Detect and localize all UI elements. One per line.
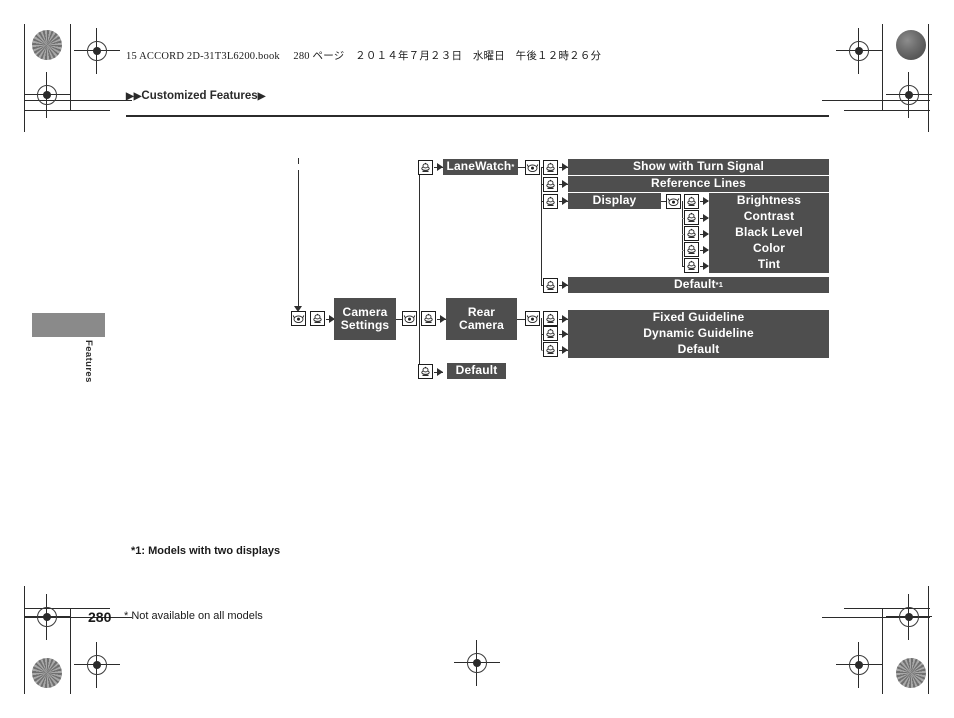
node-label: Contrast: [743, 209, 795, 224]
node-black-level[interactable]: Black Level: [709, 225, 829, 241]
node-label-line1: Rear: [467, 304, 496, 319]
node-fixed-guideline[interactable]: Fixed Guideline: [568, 310, 829, 326]
knob-press-icon: [684, 194, 699, 209]
node-label: Fixed Guideline: [652, 310, 745, 325]
knob-press-icon: [543, 311, 558, 326]
node-label: LaneWatch: [446, 159, 512, 174]
node-rear-camera[interactable]: Rear Camera: [446, 298, 517, 340]
rotary-dial-icon: [525, 160, 540, 175]
knob-press-icon: [543, 160, 558, 175]
node-lanewatch-default[interactable]: Default *1: [568, 277, 829, 293]
node-rear-camera-default[interactable]: Default: [568, 342, 829, 358]
node-brightness[interactable]: Brightness: [709, 193, 829, 209]
node-label: Color: [752, 241, 786, 256]
connector-arrow: [437, 367, 443, 376]
node-display[interactable]: Display: [568, 193, 661, 209]
node-superscript: *1: [715, 279, 724, 289]
knob-press-icon: [684, 242, 699, 257]
footnote-models-with-two-displays: *1: Models with two displays: [131, 545, 281, 557]
node-reference-lines[interactable]: Reference Lines: [568, 176, 829, 192]
node-superscript: *: [511, 161, 515, 171]
knob-press-icon: [684, 258, 699, 273]
node-show-with-turn-signal[interactable]: Show with Turn Signal: [568, 159, 829, 175]
node-camera-settings[interactable]: Camera Settings: [334, 298, 396, 340]
rotary-dial-icon: [525, 311, 540, 326]
node-label: Dynamic Guideline: [643, 326, 754, 341]
rotary-dial-icon: [666, 194, 681, 209]
node-label: Reference Lines: [651, 176, 746, 191]
knob-press-icon: [543, 177, 558, 192]
node-label-line2: Settings: [340, 318, 390, 332]
knob-press-icon: [418, 364, 433, 379]
knob-press-icon: [543, 342, 558, 357]
node-dynamic-guideline[interactable]: Dynamic Guideline: [568, 326, 829, 342]
node-color[interactable]: Color: [709, 241, 829, 257]
node-lanewatch[interactable]: LaneWatch *: [443, 159, 518, 175]
node-label: Black Level: [735, 225, 803, 240]
connector: [518, 167, 525, 169]
rotary-dial-icon: [402, 311, 417, 326]
knob-press-icon: [421, 311, 436, 326]
knob-press-icon: [543, 194, 558, 209]
knob-press-icon: [684, 226, 699, 241]
node-label-line1: Camera: [342, 304, 388, 319]
node-tint[interactable]: Tint: [709, 257, 829, 273]
connector: [419, 167, 421, 319]
connector: [517, 318, 525, 320]
knob-press-icon: [310, 311, 325, 326]
node-label-line2: Camera: [459, 318, 504, 332]
node-contrast[interactable]: Contrast: [709, 209, 829, 225]
node-label: Tint: [757, 257, 781, 272]
node-label: Show with Turn Signal: [633, 159, 764, 174]
rotary-dial-icon: [291, 311, 306, 326]
node-label: Display: [592, 193, 637, 208]
node-label: Default: [673, 277, 716, 292]
node-label: Default: [677, 342, 720, 357]
footnote-not-available: * Not available on all models: [124, 610, 263, 622]
node-default[interactable]: Default: [447, 363, 506, 379]
node-label: Default: [455, 363, 498, 378]
node-label: Brightness: [736, 193, 802, 208]
knob-press-icon: [418, 160, 433, 175]
knob-press-icon: [543, 326, 558, 341]
knob-press-icon: [543, 278, 558, 293]
page-number: 280: [88, 609, 112, 625]
connector: [298, 158, 300, 164]
knob-press-icon: [684, 210, 699, 225]
connector: [298, 170, 300, 306]
